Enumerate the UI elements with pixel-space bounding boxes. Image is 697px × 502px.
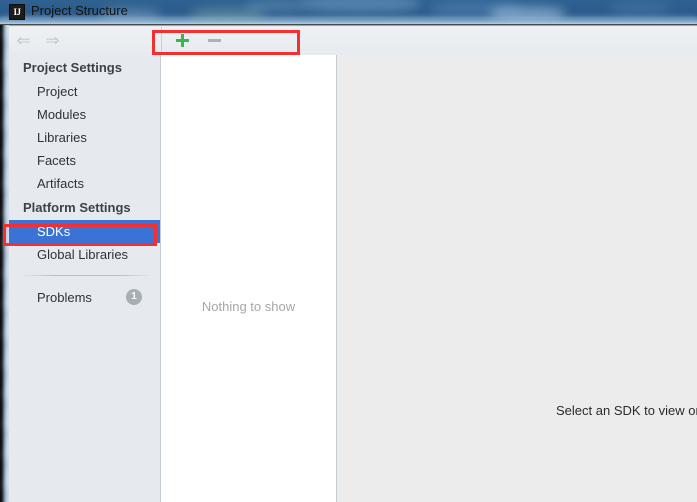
glass-blur-artifact <box>610 3 670 15</box>
sidebar-item-global-libraries[interactable]: Global Libraries <box>9 243 160 266</box>
sidebar-item-problems-label: Problems <box>37 289 92 305</box>
sidebar-item-libraries[interactable]: Libraries <box>9 126 160 149</box>
background-desktop-strip <box>0 25 9 502</box>
plus-icon <box>175 33 189 47</box>
forward-arrow-icon[interactable]: ⇒ <box>43 31 62 50</box>
glass-blur-artifact <box>245 1 305 11</box>
sidebar-item-modules[interactable]: Modules <box>9 103 160 126</box>
glass-blur-artifact <box>300 0 420 12</box>
project-structure-window: IJ Project Structure ⇐ ⇒ Project Setting… <box>0 0 697 502</box>
sidebar-item-artifacts[interactable]: Artifacts <box>9 172 160 195</box>
sidebar-item-sdks[interactable]: SDKs <box>9 220 160 243</box>
window-title: Project Structure <box>31 3 128 18</box>
sidebar-item-facets[interactable]: Facets <box>9 149 160 172</box>
back-arrow-icon[interactable]: ⇐ <box>14 31 33 50</box>
sidebar-item-project[interactable]: Project <box>9 80 160 103</box>
sdk-detail-panel: Select an SDK to view or http://blog.csd… <box>338 55 697 502</box>
toolbar: ⇐ ⇒ <box>9 27 697 55</box>
background-blur-noise <box>0 25 9 502</box>
sdk-list-panel[interactable]: Nothing to show <box>161 55 337 502</box>
sidebar-separator <box>23 275 150 276</box>
toolbar-actions <box>172 30 224 50</box>
sidebar-item-problems[interactable]: Problems 1 <box>9 285 160 309</box>
intellij-app-icon: IJ <box>9 4 25 20</box>
empty-list-message: Nothing to show <box>201 299 296 314</box>
sidebar-section-project-settings: Project Settings <box>23 60 122 75</box>
sidebar-section-platform-settings: Platform Settings <box>23 200 131 215</box>
glass-blur-artifact <box>430 2 520 16</box>
problems-count-badge: 1 <box>126 289 142 305</box>
navigation-arrows: ⇐ ⇒ <box>14 31 62 50</box>
detail-placeholder-message: Select an SDK to view or <box>556 403 697 418</box>
remove-sdk-button[interactable] <box>204 30 224 50</box>
add-sdk-button[interactable] <box>172 30 192 50</box>
toolbar-divider <box>161 27 162 55</box>
settings-sidebar: Project Settings Project Modules Librari… <box>9 55 161 502</box>
minus-icon <box>207 38 221 42</box>
